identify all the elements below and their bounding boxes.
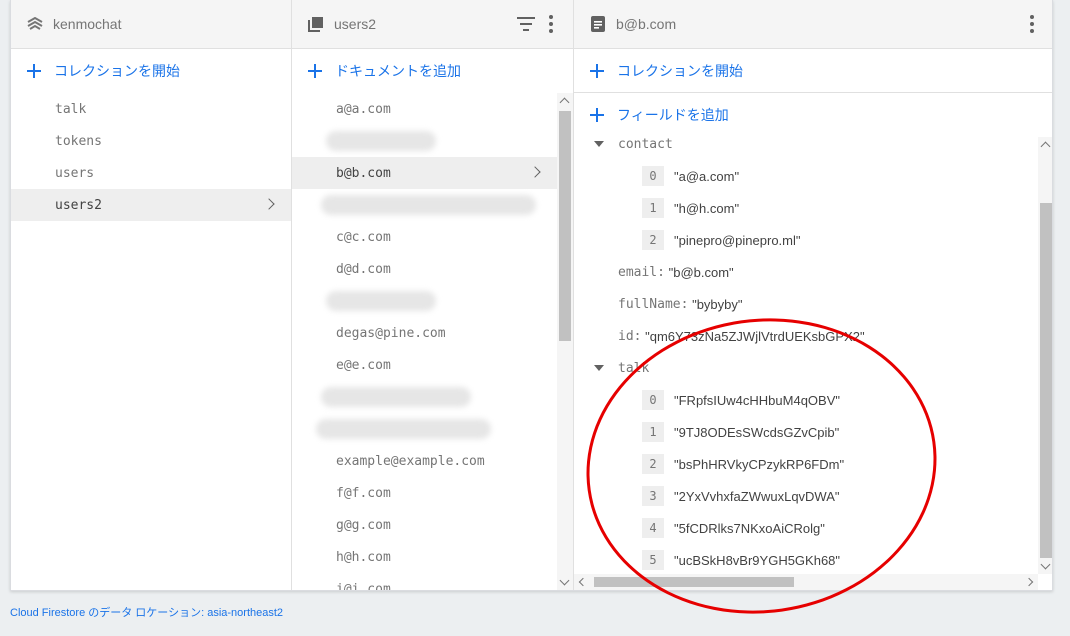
document-item[interactable]: d@d.com bbox=[292, 253, 557, 285]
collection-list: talk tokens users users2 bbox=[11, 93, 291, 221]
add-field-label: フィールドを追加 bbox=[617, 107, 729, 123]
document-item[interactable]: degas@pine.com bbox=[292, 317, 557, 349]
document-item-redacted[interactable] bbox=[292, 189, 557, 221]
collection-title: users2 bbox=[334, 16, 377, 32]
collection-icon bbox=[308, 16, 324, 32]
document-item-redacted[interactable] bbox=[292, 285, 557, 317]
expand-arrow-icon[interactable] bbox=[594, 141, 604, 147]
document-header: b@b.com bbox=[574, 0, 1052, 49]
scrollbar-thumb[interactable] bbox=[1040, 203, 1052, 558]
collection-item-selected[interactable]: users2 bbox=[11, 189, 291, 221]
scroll-left-icon[interactable] bbox=[578, 577, 588, 587]
document-item-redacted[interactable] bbox=[292, 413, 557, 445]
collection-header: users2 bbox=[292, 0, 573, 49]
document-item-redacted[interactable] bbox=[292, 381, 557, 413]
start-collection-label: コレクションを開始 bbox=[617, 62, 743, 79]
document-list: a@a.com b@b.com c@c.com d@d.com degas@pi… bbox=[292, 93, 557, 590]
collection-item[interactable]: tokens bbox=[11, 125, 291, 157]
plus-icon bbox=[590, 108, 604, 122]
array-item[interactable]: 0 "FRpfsIUw4cHHbuM4qOBV" bbox=[642, 384, 840, 416]
plus-icon bbox=[590, 63, 604, 78]
add-document-button[interactable]: ドキュメントを追加 bbox=[292, 49, 573, 93]
plus-icon bbox=[27, 64, 41, 78]
document-item[interactable]: f@f.com bbox=[292, 477, 557, 509]
field-contact[interactable]: contact bbox=[594, 128, 673, 160]
start-subcollection-button[interactable]: コレクションを開始 bbox=[574, 49, 1052, 93]
field-talk[interactable]: talk bbox=[594, 352, 649, 384]
filter-icon[interactable] bbox=[517, 17, 535, 31]
plus-icon bbox=[308, 64, 322, 78]
scroll-right-icon[interactable] bbox=[1024, 577, 1034, 587]
scrollbar-thumb[interactable] bbox=[594, 577, 794, 587]
chevron-right-icon bbox=[529, 166, 541, 178]
root-header: kenmochat bbox=[11, 0, 291, 49]
expand-arrow-icon[interactable] bbox=[594, 365, 604, 371]
collection-item[interactable]: talk bbox=[11, 93, 291, 125]
fields-area: フィールドを追加 contact 0 "a@a.com" 1 "h@h.com" 2… bbox=[574, 93, 1038, 574]
document-title: b@b.com bbox=[616, 16, 677, 32]
array-item[interactable]: 3 "2YxVvhxfaZWwuxLqvDWA" bbox=[642, 480, 840, 512]
more-vert-icon[interactable] bbox=[1030, 15, 1034, 33]
array-item[interactable]: 2 "bsPhHRVkyCPzykRP6FDm" bbox=[642, 448, 844, 480]
collection-item[interactable]: users bbox=[11, 157, 291, 189]
array-item[interactable]: 1 "h@h.com" bbox=[642, 192, 739, 224]
scrollbar-thumb[interactable] bbox=[559, 111, 571, 341]
start-collection-label: コレクションを開始 bbox=[54, 63, 180, 79]
field-email[interactable]: email: "b@b.com" bbox=[618, 256, 734, 288]
array-item[interactable]: 0 "a@a.com" bbox=[642, 160, 739, 192]
add-document-label: ドキュメントを追加 bbox=[335, 63, 461, 79]
document-column: b@b.com コレクションを開始 フィールドを追加 contact 0 "a@a… bbox=[574, 0, 1052, 590]
scroll-up-icon[interactable] bbox=[559, 97, 570, 108]
collection-column: users2 ドキュメントを追加 a@a.com b@b.com c@c.com… bbox=[292, 0, 574, 590]
document-item[interactable]: a@a.com bbox=[292, 93, 557, 125]
document-list-scrollbar[interactable] bbox=[557, 93, 573, 590]
array-item[interactable]: 2 "pinepro@pinepro.ml" bbox=[642, 224, 801, 256]
fields-horizontal-scrollbar[interactable] bbox=[574, 574, 1038, 590]
scroll-down-icon[interactable] bbox=[1040, 559, 1051, 570]
firestore-data-panel: kenmochat コレクションを開始 talk tokens users us… bbox=[10, 0, 1053, 591]
root-column: kenmochat コレクションを開始 talk tokens users us… bbox=[11, 0, 292, 590]
chevron-right-icon bbox=[263, 198, 275, 210]
array-item[interactable]: 5 "ucBSkH8vBr9YGH5GKh68" bbox=[642, 544, 840, 574]
document-item-redacted[interactable] bbox=[292, 125, 557, 157]
location-footer: Cloud Firestore のデータ ロケーション: asia-northe… bbox=[10, 607, 284, 619]
document-icon bbox=[590, 16, 606, 32]
document-item[interactable]: h@h.com bbox=[292, 541, 557, 573]
start-collection-button[interactable]: コレクションを開始 bbox=[11, 49, 291, 93]
document-item[interactable]: c@c.com bbox=[292, 221, 557, 253]
more-vert-icon[interactable] bbox=[549, 15, 553, 33]
scroll-up-icon[interactable] bbox=[1040, 141, 1051, 152]
array-item[interactable]: 4 "5fCDRlks7NKxoAiCRolg" bbox=[642, 512, 825, 544]
array-item[interactable]: 1 "9TJ8ODEsSWcdsGZvCpib" bbox=[642, 416, 839, 448]
field-id[interactable]: id: "qm6Y73zNa5ZJWjlVtrdUEKsbGPX2" bbox=[618, 320, 865, 352]
document-item-selected[interactable]: b@b.com bbox=[292, 157, 557, 189]
document-item[interactable]: i@i.com bbox=[292, 573, 557, 591]
document-item[interactable]: e@e.com bbox=[292, 349, 557, 381]
scroll-down-icon[interactable] bbox=[559, 575, 570, 586]
document-item[interactable]: g@g.com bbox=[292, 509, 557, 541]
database-icon bbox=[27, 16, 43, 32]
project-title: kenmochat bbox=[53, 16, 122, 32]
document-item[interactable]: example@example.com bbox=[292, 445, 557, 477]
fields-scrollbar[interactable] bbox=[1038, 137, 1052, 574]
field-fullname[interactable]: fullName: "bybyby" bbox=[618, 288, 743, 320]
